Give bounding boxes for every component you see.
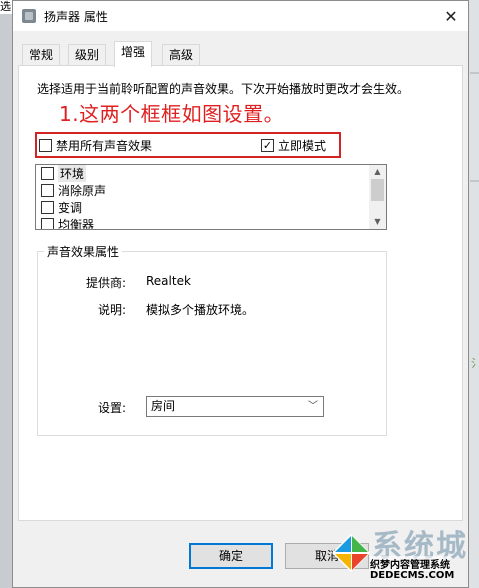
tab-strip: 常规 级别 增强 高级 bbox=[18, 41, 463, 67]
provider-label: 提供商: bbox=[86, 276, 127, 290]
background-divider bbox=[470, 180, 479, 182]
background-divider bbox=[470, 72, 479, 74]
checkbox-unchecked-icon[interactable] bbox=[41, 167, 54, 180]
background-window-left: 选 bbox=[0, 0, 12, 588]
setting-value: 房间 bbox=[151, 399, 176, 413]
checkbox-checked-icon: ✓ bbox=[261, 139, 274, 152]
effect-label: 均衡器 bbox=[58, 218, 95, 230]
tab-levels[interactable]: 级别 bbox=[68, 44, 107, 66]
disable-all-effects-label: 禁用所有声音效果 bbox=[56, 139, 153, 153]
checkbox-unchecked-icon[interactable] bbox=[41, 201, 54, 214]
list-item-equalizer[interactable]: 均衡器 bbox=[41, 216, 95, 230]
effect-label: 环境 bbox=[58, 165, 87, 182]
list-item-environment[interactable]: 环境 bbox=[41, 165, 87, 182]
speaker-properties-dialog: 扬声器 属性 ✕ 常规 级别 增强 高级 选择适用于当前聆听配置的声音效果。下次… bbox=[12, 0, 469, 588]
windows-logo-icon bbox=[332, 534, 370, 572]
background-left-text: 选 bbox=[0, 0, 12, 14]
window-title: 扬声器 属性 bbox=[44, 10, 108, 24]
tutorial-annotation: 1.这两个框框如图设置。 bbox=[59, 102, 285, 126]
list-scrollbar[interactable]: ▲ ▼ bbox=[369, 165, 386, 229]
effect-properties-group: 声音效果属性 提供商: Realtek 说明: 模拟多个播放环境。 设置: 房间… bbox=[37, 243, 387, 436]
group-title: 声音效果属性 bbox=[44, 243, 123, 260]
scroll-up-icon[interactable]: ▲ bbox=[369, 165, 386, 179]
description-label: 说明: bbox=[98, 303, 127, 317]
tab-enhancements[interactable]: 增强 bbox=[114, 41, 153, 67]
provider-value: Realtek bbox=[146, 274, 191, 288]
chevron-down-icon: ﹀ bbox=[308, 401, 318, 412]
effect-label: 消除原声 bbox=[58, 184, 107, 198]
disable-all-effects-checkbox[interactable]: 禁用所有声音效果 bbox=[39, 137, 152, 154]
checkbox-unchecked-icon[interactable] bbox=[41, 218, 54, 229]
list-item-voice-cancellation[interactable]: 消除原声 bbox=[41, 182, 106, 199]
tab-advanced[interactable]: 高级 bbox=[162, 44, 201, 66]
setting-label: 设置: bbox=[98, 401, 127, 415]
ok-button[interactable]: 确定 bbox=[189, 543, 273, 569]
immediate-mode-checkbox[interactable]: ✓ 立即模式 bbox=[261, 137, 326, 154]
speaker-icon bbox=[22, 9, 36, 23]
site-watermark: 系统城 织梦内容管理系统 DEDECMS.COM bbox=[328, 518, 479, 588]
checkbox-unchecked-icon[interactable] bbox=[41, 184, 54, 197]
close-button[interactable]: ✕ bbox=[434, 1, 468, 31]
effects-list[interactable]: 环境 消除原声 变调 均衡器 ▲ ▼ bbox=[35, 164, 387, 230]
enhancements-description: 选择适用于当前聆听配置的声音效果。下次开始播放时更改才会生效。 bbox=[37, 82, 410, 96]
enhancements-panel: 选择适用于当前聆听配置的声音效果。下次开始播放时更改才会生效。 1.这两个框框如… bbox=[18, 65, 463, 521]
effect-label: 变调 bbox=[58, 201, 83, 215]
background-window-right: 氵 bbox=[468, 0, 479, 588]
title-bar[interactable]: 扬声器 属性 ✕ bbox=[13, 1, 468, 31]
immediate-mode-label: 立即模式 bbox=[278, 139, 327, 153]
background-glyph: 氵 bbox=[471, 357, 479, 370]
description-value: 模拟多个播放环境。 bbox=[146, 303, 255, 317]
checkbox-unchecked-icon bbox=[39, 139, 52, 152]
setting-dropdown[interactable]: 房间 ﹀ bbox=[146, 396, 324, 417]
scroll-down-icon[interactable]: ▼ bbox=[369, 215, 386, 229]
scroll-thumb[interactable] bbox=[371, 179, 384, 201]
close-icon: ✕ bbox=[444, 6, 458, 26]
watermark-line1: 织梦内容管理系统 bbox=[370, 556, 450, 571]
list-item-pitch-shift[interactable]: 变调 bbox=[41, 199, 82, 216]
tab-general[interactable]: 常规 bbox=[22, 44, 61, 66]
watermark-line2: DEDECMS.COM bbox=[370, 570, 455, 581]
